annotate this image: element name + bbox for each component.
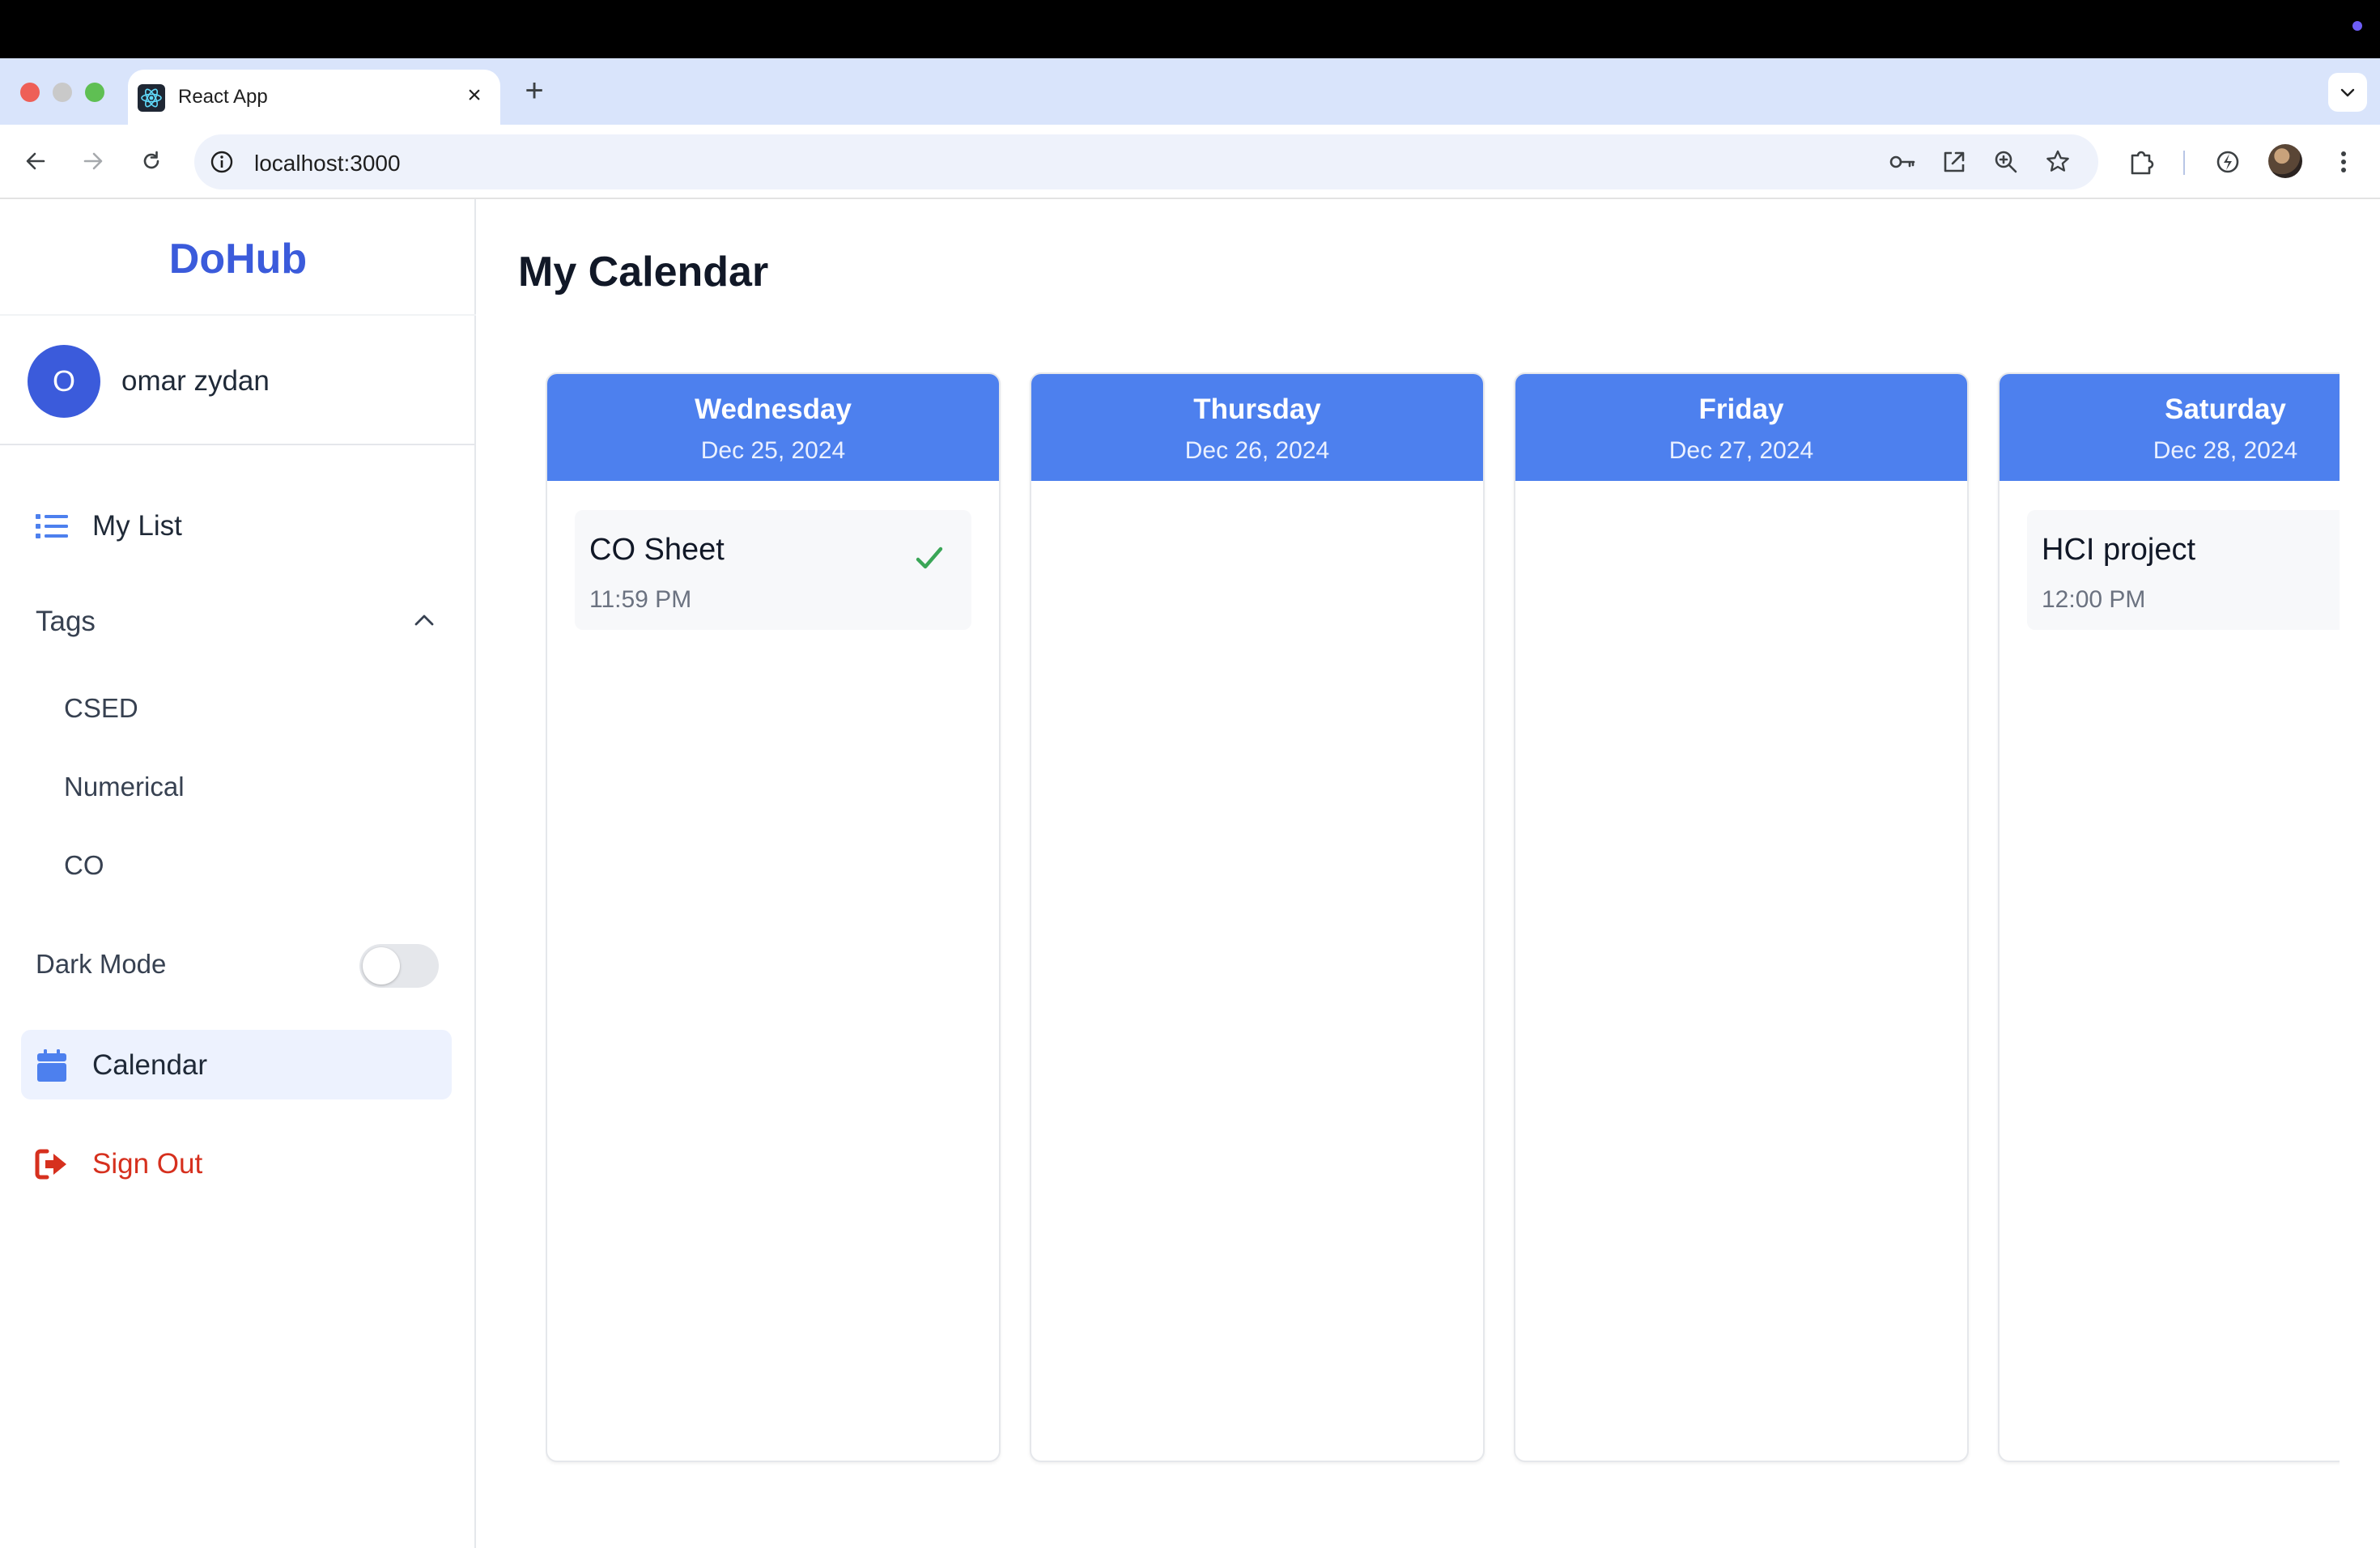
task-time: 12:00 PM — [2042, 586, 2146, 613]
task-card[interactable]: HCI project 12:00 PM — [2027, 510, 2340, 630]
day-header: Friday Dec 27, 2024 — [1515, 374, 1967, 481]
window-close-button[interactable] — [20, 83, 40, 102]
page-title: My Calendar — [518, 249, 769, 296]
zoom-icon[interactable] — [1991, 147, 2021, 176]
sidebar-item-label: Calendar — [92, 1049, 208, 1081]
password-key-icon[interactable] — [1888, 147, 1917, 176]
open-in-new-icon[interactable] — [1940, 147, 1969, 176]
tag-item-csed[interactable]: CSED — [64, 693, 138, 724]
divider — [0, 314, 476, 316]
day-column: Saturday Dec 28, 2024 HCI project 12:00 … — [1998, 372, 2340, 1462]
status-dot-icon — [2352, 21, 2362, 31]
tab-close-button[interactable]: × — [460, 81, 489, 110]
back-icon — [26, 152, 45, 170]
sidebar: DoHub O omar zydan My List Tags CSED Num… — [0, 199, 476, 1548]
web-page: DoHub O omar zydan My List Tags CSED Num… — [0, 199, 2380, 1548]
check-icon[interactable] — [912, 541, 947, 576]
tag-item-co[interactable]: CO — [64, 850, 104, 881]
day-name: Wednesday — [695, 393, 852, 425]
user-avatar: O — [28, 345, 100, 418]
sign-out-button[interactable]: Sign Out — [21, 1129, 452, 1198]
new-tab-button[interactable]: + — [518, 74, 550, 107]
toggle-knob — [363, 947, 400, 985]
chevron-up-icon[interactable] — [408, 604, 440, 636]
day-name: Saturday — [2165, 393, 2286, 425]
task-time: 11:59 PM — [589, 586, 692, 613]
user-name: omar zydan — [121, 365, 270, 397]
day-column: Thursday Dec 26, 2024 — [1030, 372, 1485, 1462]
main-content: My Calendar Wednesday Dec 25, 2024 CO Sh… — [478, 199, 2380, 1548]
calendar-board[interactable]: Wednesday Dec 25, 2024 CO Sheet 11:59 PM… — [546, 372, 2340, 1465]
forward-button[interactable] — [74, 142, 112, 180]
browser-toolbar: localhost:3000 — [0, 125, 2380, 199]
window-zoom-button[interactable] — [85, 83, 104, 102]
reload-button[interactable] — [133, 142, 170, 180]
browser-tab-active[interactable]: React App × — [128, 70, 500, 125]
task-title: HCI project — [2042, 533, 2196, 567]
sidebar-item-my-list[interactable]: My List — [21, 491, 452, 560]
back-button[interactable] — [17, 142, 54, 180]
brand-logo: DoHub — [168, 236, 308, 283]
day-header: Saturday Dec 28, 2024 — [2000, 374, 2340, 481]
day-date: Dec 27, 2024 — [1668, 437, 1814, 464]
day-header: Thursday Dec 26, 2024 — [1031, 374, 1483, 481]
address-bar[interactable]: localhost:3000 — [194, 134, 2098, 189]
tags-section-header[interactable]: Tags — [36, 606, 96, 638]
list-icon — [36, 514, 68, 538]
task-title: CO Sheet — [589, 533, 725, 567]
more-menu-icon[interactable] — [2326, 144, 2361, 180]
day-name: Friday — [1698, 393, 1784, 425]
day-date: Dec 25, 2024 — [700, 437, 846, 464]
os-menu-bar — [0, 0, 2380, 58]
browser-tabstrip: React App × + — [0, 58, 2380, 125]
tab-title: React App — [178, 86, 268, 108]
day-header: Wednesday Dec 25, 2024 — [547, 374, 999, 481]
day-name: Thursday — [1193, 393, 1321, 425]
day-date: Dec 28, 2024 — [2153, 437, 2298, 464]
task-card[interactable]: CO Sheet 11:59 PM — [575, 510, 971, 630]
site-info-icon[interactable] — [207, 147, 236, 176]
divider — [0, 444, 476, 445]
window-minimize-button[interactable] — [53, 83, 72, 102]
react-favicon-icon — [138, 84, 165, 112]
calendar-icon — [37, 1049, 66, 1082]
toolbar-separator — [2183, 151, 2185, 175]
reload-icon — [143, 151, 159, 169]
day-date: Dec 26, 2024 — [1184, 437, 1330, 464]
dark-mode-toggle[interactable] — [359, 944, 439, 988]
profile-avatar[interactable] — [2268, 144, 2302, 178]
bookmark-star-icon[interactable] — [2043, 147, 2072, 176]
day-column: Wednesday Dec 25, 2024 CO Sheet 11:59 PM — [546, 372, 1001, 1462]
sidebar-item-label: My List — [92, 510, 182, 542]
tag-item-numerical[interactable]: Numerical — [64, 772, 185, 802]
sidebar-item-calendar[interactable]: Calendar — [21, 1030, 452, 1099]
forward-icon — [83, 152, 103, 170]
dark-mode-label: Dark Mode — [36, 949, 167, 979]
day-column: Friday Dec 27, 2024 — [1514, 372, 1969, 1462]
extensions-icon[interactable] — [2124, 144, 2160, 180]
sidebar-item-label: Sign Out — [92, 1148, 203, 1180]
performance-icon[interactable] — [2210, 144, 2246, 180]
chevron-down-icon — [2340, 88, 2355, 97]
url-text: localhost:3000 — [254, 151, 401, 176]
tab-search-button[interactable] — [2328, 73, 2367, 112]
sign-out-icon — [35, 1149, 66, 1180]
